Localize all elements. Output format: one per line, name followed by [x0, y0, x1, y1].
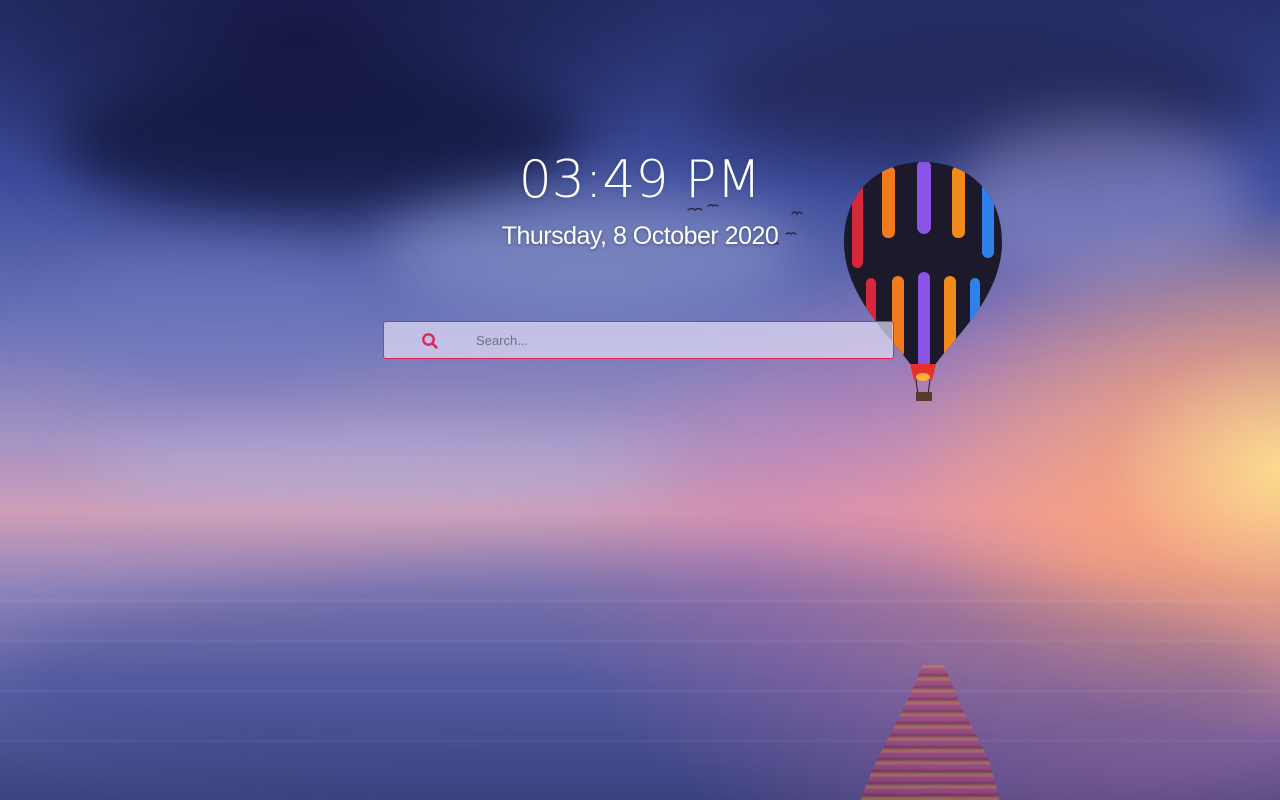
- wave: [0, 740, 1280, 742]
- background-wallpaper: [0, 0, 1280, 800]
- sea: [0, 560, 1280, 800]
- search-input[interactable]: [476, 322, 876, 358]
- wave: [0, 600, 1280, 602]
- light-cloud: [60, 250, 380, 390]
- haze: [80, 440, 680, 500]
- date-display: Thursday, 8 October 2020: [501, 222, 779, 250]
- wave: [0, 690, 1280, 692]
- clock-time: 03:49 PM: [518, 150, 762, 210]
- search-bar[interactable]: [383, 321, 894, 359]
- search-icon[interactable]: [421, 332, 439, 350]
- wave: [0, 640, 1280, 642]
